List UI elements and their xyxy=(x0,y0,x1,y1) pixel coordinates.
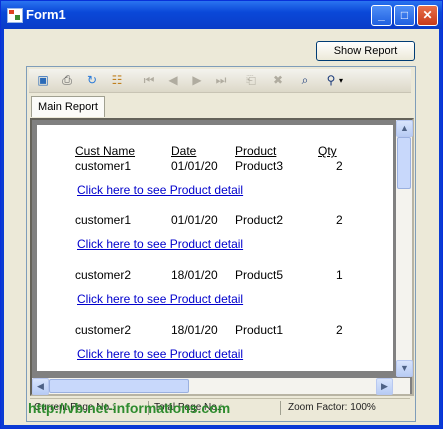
scroll-left-icon[interactable]: ◀ xyxy=(32,378,49,395)
vertical-scrollbar[interactable]: ▲ ▼ xyxy=(396,120,413,377)
window-title: Form1 xyxy=(26,7,66,22)
first-page-icon[interactable]: ⏮ xyxy=(141,73,157,88)
prev-page-icon[interactable]: ◀ xyxy=(165,73,181,88)
next-page-icon[interactable]: ▶ xyxy=(189,73,205,88)
goto-page-icon[interactable]: ⎗ xyxy=(243,73,259,88)
row-cust: customer2 xyxy=(75,323,132,337)
row-qty: 2 xyxy=(336,213,343,227)
main-window: Form1 _ □ ✕ Show Report ▣ ⎙ ↻ ☷ ⏮ ◀ ▶ ⏭ … xyxy=(0,0,443,429)
report-area: Cust Name Date Product Qty customer1 01/… xyxy=(30,118,414,396)
last-page-icon[interactable]: ⏭ xyxy=(213,73,229,88)
row-qty: 2 xyxy=(336,323,343,337)
viewer-toolbar: ▣ ⎙ ↻ ☷ ⏮ ◀ ▶ ⏭ ⎗ ✖ ⌕ ⚲ ▾ xyxy=(29,69,411,93)
vertical-scroll-thumb[interactable] xyxy=(397,137,411,189)
status-divider xyxy=(280,401,281,415)
header-date: Date xyxy=(171,144,197,158)
row-date: 01/01/20 xyxy=(171,159,218,173)
row-product: Product3 xyxy=(235,159,284,173)
search-icon[interactable]: ⌕ xyxy=(297,73,313,88)
row-date: 01/01/20 xyxy=(171,213,218,227)
product-detail-link[interactable]: Click here to see Product detail xyxy=(77,347,243,361)
tab-main-report[interactable]: Main Report xyxy=(31,96,105,117)
stop-icon[interactable]: ✖ xyxy=(270,73,286,88)
print-icon[interactable]: ⎙ xyxy=(59,73,75,88)
app-icon xyxy=(7,8,23,23)
close-button[interactable]: ✕ xyxy=(417,5,438,26)
maximize-button[interactable]: □ xyxy=(394,5,415,26)
row-product: Product1 xyxy=(235,323,284,337)
product-detail-link[interactable]: Click here to see Product detail xyxy=(77,183,243,197)
row-qty: 1 xyxy=(336,268,343,282)
row-product: Product2 xyxy=(235,213,284,227)
show-report-button[interactable]: Show Report xyxy=(316,41,415,61)
row-cust: customer1 xyxy=(75,213,132,227)
minimize-button[interactable]: _ xyxy=(371,5,392,26)
watermark-text: http://vb.net-informations.com xyxy=(28,400,231,416)
horizontal-scroll-thumb[interactable] xyxy=(49,379,189,393)
zoom-factor-label: Zoom Factor: 100% xyxy=(288,402,376,413)
header-product: Product xyxy=(235,144,277,158)
crystal-report-viewer: ▣ ⎙ ↻ ☷ ⏮ ◀ ▶ ⏭ ⎗ ✖ ⌕ ⚲ ▾ Main Report Cu… xyxy=(26,66,416,422)
scroll-right-icon[interactable]: ▶ xyxy=(376,378,393,395)
product-detail-link[interactable]: Click here to see Product detail xyxy=(77,292,243,306)
tree-icon[interactable]: ☷ xyxy=(109,73,125,88)
header-qty: Qty xyxy=(318,144,337,158)
export-icon[interactable]: ▣ xyxy=(35,73,51,88)
chevron-down-icon[interactable]: ▾ xyxy=(337,73,345,88)
scroll-down-icon[interactable]: ▼ xyxy=(396,360,413,377)
row-qty: 2 xyxy=(336,159,343,173)
header-cust-name: Cust Name xyxy=(75,144,136,158)
row-date: 18/01/20 xyxy=(171,323,218,337)
title-bar[interactable]: Form1 _ □ ✕ xyxy=(1,1,442,29)
refresh-icon[interactable]: ↻ xyxy=(84,73,100,88)
row-date: 18/01/20 xyxy=(171,268,218,282)
form-client-area: Show Report ▣ ⎙ ↻ ☷ ⏮ ◀ ▶ ⏭ ⎗ ✖ ⌕ ⚲ ▾ Ma… xyxy=(4,29,439,425)
scroll-up-icon[interactable]: ▲ xyxy=(396,120,413,137)
product-detail-link[interactable]: Click here to see Product detail xyxy=(77,237,243,251)
row-cust: customer2 xyxy=(75,268,132,282)
row-cust: customer1 xyxy=(75,159,132,173)
report-page: Cust Name Date Product Qty customer1 01/… xyxy=(37,125,393,371)
row-product: Product5 xyxy=(235,268,284,282)
horizontal-scrollbar[interactable]: ◀ ▶ xyxy=(32,378,410,395)
